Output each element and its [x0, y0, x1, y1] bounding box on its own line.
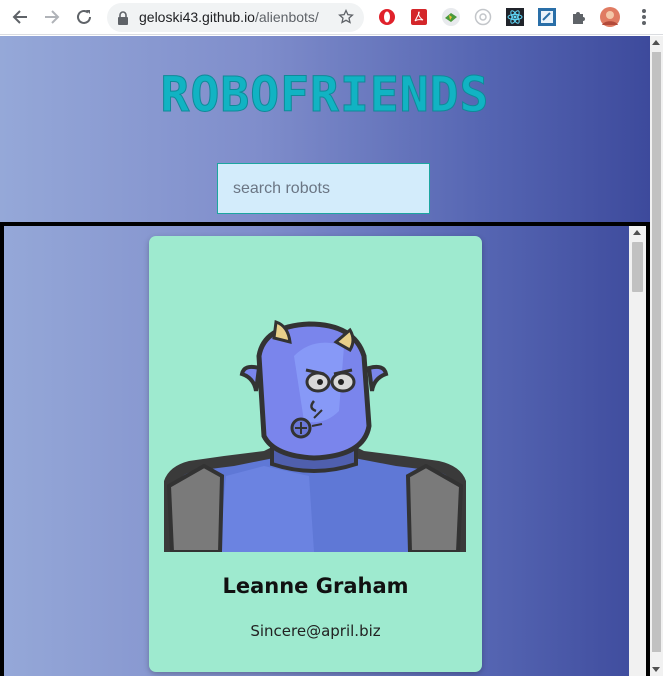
menu-dots-icon[interactable]	[633, 6, 655, 28]
browser-toolbar: geloski43.github.io/alienbots/	[0, 0, 663, 35]
robot-avatar-icon	[164, 319, 466, 552]
back-icon[interactable]	[8, 5, 32, 29]
puzzle-icon[interactable]	[568, 6, 590, 28]
scroll-down-icon[interactable]	[652, 667, 660, 672]
forward-icon[interactable]	[40, 5, 64, 29]
opera-icon[interactable]	[376, 6, 398, 28]
pdf-icon[interactable]	[408, 6, 430, 28]
address-bar[interactable]: geloski43.github.io/alienbots/	[107, 3, 364, 32]
robot-card[interactable]: Leanne Graham Sincere@april.biz	[149, 236, 482, 672]
page-scrollbar[interactable]	[650, 36, 663, 676]
inner-scrollbar[interactable]	[629, 226, 646, 676]
url-text: geloski43.github.io/alienbots/	[139, 9, 319, 25]
robot-name: Leanne Graham	[222, 574, 409, 598]
scrollbar-thumb[interactable]	[632, 242, 643, 292]
page-viewport: ROBOFRIENDS search robots Leanne Graham …	[0, 36, 650, 676]
extension-icon[interactable]	[440, 6, 462, 28]
header: ROBOFRIENDS	[0, 67, 650, 123]
robot-list-scroll-area[interactable]: Leanne Graham Sincere@april.biz	[0, 222, 650, 676]
profile-avatar-icon[interactable]	[599, 6, 621, 28]
search-input[interactable]	[217, 163, 430, 214]
extension-icon[interactable]	[472, 6, 494, 28]
react-devtools-icon[interactable]	[504, 6, 526, 28]
lock-icon[interactable]	[117, 10, 129, 29]
robot-email: Sincere@april.biz	[250, 622, 381, 640]
app-logo-title: ROBOFRIENDS	[160, 67, 490, 123]
reload-icon[interactable]	[72, 5, 96, 29]
scroll-up-icon[interactable]	[652, 40, 660, 45]
bookmark-star-icon[interactable]	[338, 8, 354, 29]
scrollbar-thumb[interactable]	[652, 52, 661, 652]
scroll-up-icon[interactable]	[633, 230, 641, 235]
extension-icon[interactable]	[536, 6, 558, 28]
